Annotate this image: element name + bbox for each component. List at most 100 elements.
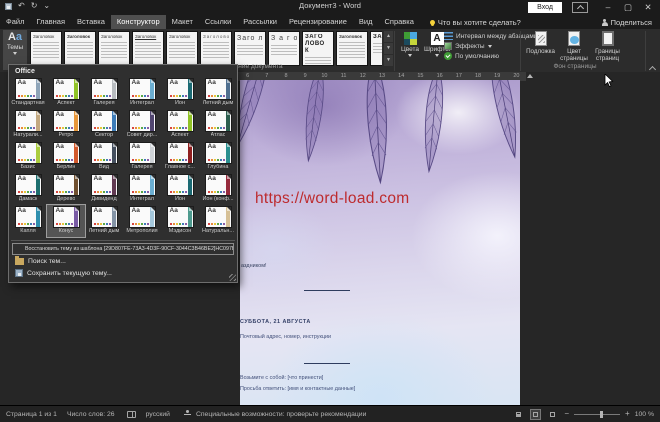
theme-item-Ион[interactable]: Aa Ион	[161, 77, 199, 109]
style-set-thumbnail[interactable]: Заголовок	[98, 31, 130, 66]
tab-Справка[interactable]: Справка	[378, 15, 419, 29]
zoom-level[interactable]: 100 %	[635, 411, 654, 418]
theme-item-Конус[interactable]: Aa Конус	[46, 204, 86, 238]
page-color-button[interactable]: Цвет страницы	[558, 31, 591, 62]
style-set-thumbnail[interactable]: ЗАГО ЛОВО К	[302, 31, 334, 66]
style-gallery: Заголовок Заголовок Заголовок Заголовок Заго…	[30, 31, 382, 66]
theme-item-Вид[interactable]: Aa Вид	[85, 141, 123, 173]
colors-button[interactable]: Цвета	[398, 32, 422, 57]
read-mode-button[interactable]	[513, 409, 524, 420]
page-indicator[interactable]: Страница 1 из 1	[6, 411, 57, 418]
theme-item-Капля[interactable]: Aa Капля	[9, 205, 47, 237]
tab-Файл[interactable]: Файл	[0, 15, 30, 29]
theme-item-Летний-дым[interactable]: Aa Летний дым	[199, 77, 237, 109]
browse-themes-menu-item[interactable]: Поиск тем...	[9, 256, 237, 267]
share-button[interactable]: Поделиться	[601, 17, 652, 27]
print-layout-button[interactable]	[530, 408, 542, 420]
theme-thumbnail: Aa	[129, 111, 155, 131]
collapse-ribbon-icon[interactable]	[649, 66, 656, 71]
theme-item-Дерево[interactable]: Aa Дерево	[47, 173, 85, 205]
tab-Вставка[interactable]: Вставка	[71, 15, 111, 29]
zoom-out-icon[interactable]: −	[564, 410, 569, 418]
theme-item-Берлин[interactable]: Aa Берлин	[47, 141, 85, 173]
theme-item-Ион[interactable]: Aa Ион	[161, 173, 199, 205]
page-borders-button[interactable]: Границы страниц	[591, 31, 624, 62]
share-label: Поделиться	[610, 17, 652, 27]
divider-line	[304, 290, 350, 291]
theme-item-Глубина[interactable]: Aa Глубина	[199, 141, 237, 173]
document-page[interactable]: https://word-load.com аздником! СУББОТА,…	[240, 80, 520, 405]
gallery-down-icon[interactable]: ▼	[384, 43, 393, 54]
close-button[interactable]: ✕	[638, 0, 658, 15]
theme-item-Дамаск[interactable]: Aa Дамаск	[9, 173, 47, 205]
theme-item-Базис[interactable]: Aa Базис	[9, 141, 47, 173]
theme-item-Ион-конф-[interactable]: Aa Ион (конф...	[199, 173, 237, 205]
style-set-thumbnail[interactable]: Заголовок	[166, 31, 198, 66]
lightbulb-icon	[429, 19, 435, 25]
gallery-more-icon[interactable]: ▼	[384, 55, 393, 66]
theme-name: Дерево	[56, 196, 76, 202]
accessibility-icon[interactable]	[183, 410, 191, 418]
tab-Рассылки[interactable]: Рассылки	[237, 15, 283, 29]
theme-item-Дивиденд[interactable]: Aa Дивиденд	[85, 173, 123, 205]
style-set-thumbnail[interactable]: Заголовок	[64, 31, 96, 66]
web-layout-button[interactable]	[547, 409, 558, 420]
tab-Ссылки[interactable]: Ссылки	[199, 15, 237, 29]
sign-in-button[interactable]: Вход	[528, 2, 562, 13]
style-set-thumbnail[interactable]: Заголовок	[30, 31, 62, 66]
event-address-text: Почтовый адрес, номер, инструкции	[240, 334, 331, 340]
ribbon-display-options-icon[interactable]	[572, 2, 588, 13]
tab-Главная[interactable]: Главная	[30, 15, 71, 29]
chevron-down-icon	[435, 54, 439, 57]
save-theme-label: Сохранить текущую тему...	[27, 269, 112, 277]
style-set-thumbnail[interactable]: Заголовок	[132, 31, 164, 66]
minimize-button[interactable]: –	[598, 0, 618, 15]
restore-theme-menu-item[interactable]: Восстановить тему из шаблона [29D807FE-7…	[12, 243, 234, 255]
style-set-thumbnail[interactable]: З а г о л о	[268, 31, 300, 66]
theme-item-Натурали-[interactable]: Aa Натурали...	[9, 109, 47, 141]
checkmark-icon	[444, 52, 452, 60]
theme-item-Главное-с-[interactable]: Aa Главное с...	[161, 141, 199, 173]
tab-Макет[interactable]: Макет	[166, 15, 199, 29]
resize-grip[interactable]	[229, 274, 236, 281]
zoom-slider-thumb[interactable]	[600, 410, 604, 418]
theme-item-Ретро[interactable]: Aa Ретро	[47, 109, 85, 141]
theme-item-Совет-дир-[interactable]: Aa Совет дир...	[123, 109, 161, 141]
style-set-thumbnail[interactable]: Заголовок	[200, 31, 232, 66]
theme-name: Стандартная	[11, 100, 45, 106]
proofing-icon[interactable]	[126, 410, 136, 418]
theme-item-Галерея[interactable]: Aa Галерея	[85, 77, 123, 109]
style-set-thumbnail[interactable]: Заго лово	[234, 31, 266, 66]
indent-marker[interactable]	[527, 74, 533, 78]
tab-Конструктор[interactable]: Конструктор	[110, 15, 166, 29]
zoom-in-icon[interactable]: +	[625, 410, 630, 418]
theme-item-Интеграл[interactable]: Aa Интеграл	[123, 77, 161, 109]
theme-item-Галерея[interactable]: Aa Галерея	[123, 141, 161, 173]
theme-item-Атлас[interactable]: Aa Атлас	[199, 109, 237, 141]
accessibility-status[interactable]: Специальные возможности: проверьте реком…	[196, 411, 366, 418]
word-count[interactable]: Число слов: 26	[67, 411, 115, 418]
watermark-button[interactable]: Подложка	[524, 31, 557, 62]
theme-item-Интеграл[interactable]: Aa Интеграл	[123, 173, 161, 205]
mouse-cursor	[604, 74, 614, 88]
theme-item-Сектор[interactable]: Aa Сектор	[85, 109, 123, 141]
theme-thumbnail: Aa	[91, 111, 117, 131]
theme-item-Мэдисон[interactable]: Aa Мэдисон	[161, 205, 199, 237]
gallery-up-icon[interactable]: ▲	[384, 31, 393, 42]
theme-item-Натуральн-[interactable]: Aa Натуральн...	[199, 205, 237, 237]
theme-item-Стандартная[interactable]: Aa Стандартная	[9, 77, 47, 109]
theme-name: Летний дым	[202, 100, 234, 106]
style-set-thumbnail[interactable]: Заголовок	[336, 31, 368, 66]
maximize-button[interactable]: ▢	[618, 0, 638, 15]
language-indicator[interactable]: русский	[146, 411, 170, 418]
zoom-slider[interactable]	[574, 410, 621, 418]
tab-Рецензирование[interactable]: Рецензирование	[283, 15, 353, 29]
tab-Вид[interactable]: Вид	[353, 15, 379, 29]
tell-me-box[interactable]: Что вы хотите сделать?	[429, 18, 521, 27]
theme-item-Аспект[interactable]: Aa Аспект	[161, 109, 199, 141]
theme-item-Летний-дым[interactable]: Aa Летний дым	[85, 205, 123, 237]
theme-item-Метрополия[interactable]: Aa Метрополия	[123, 205, 161, 237]
save-theme-menu-item[interactable]: Сохранить текущую тему...	[9, 267, 237, 279]
style-set-thumbnail[interactable]: ЗАГОЛ	[370, 31, 382, 66]
theme-item-Аспект[interactable]: Aa Аспект	[47, 77, 85, 109]
